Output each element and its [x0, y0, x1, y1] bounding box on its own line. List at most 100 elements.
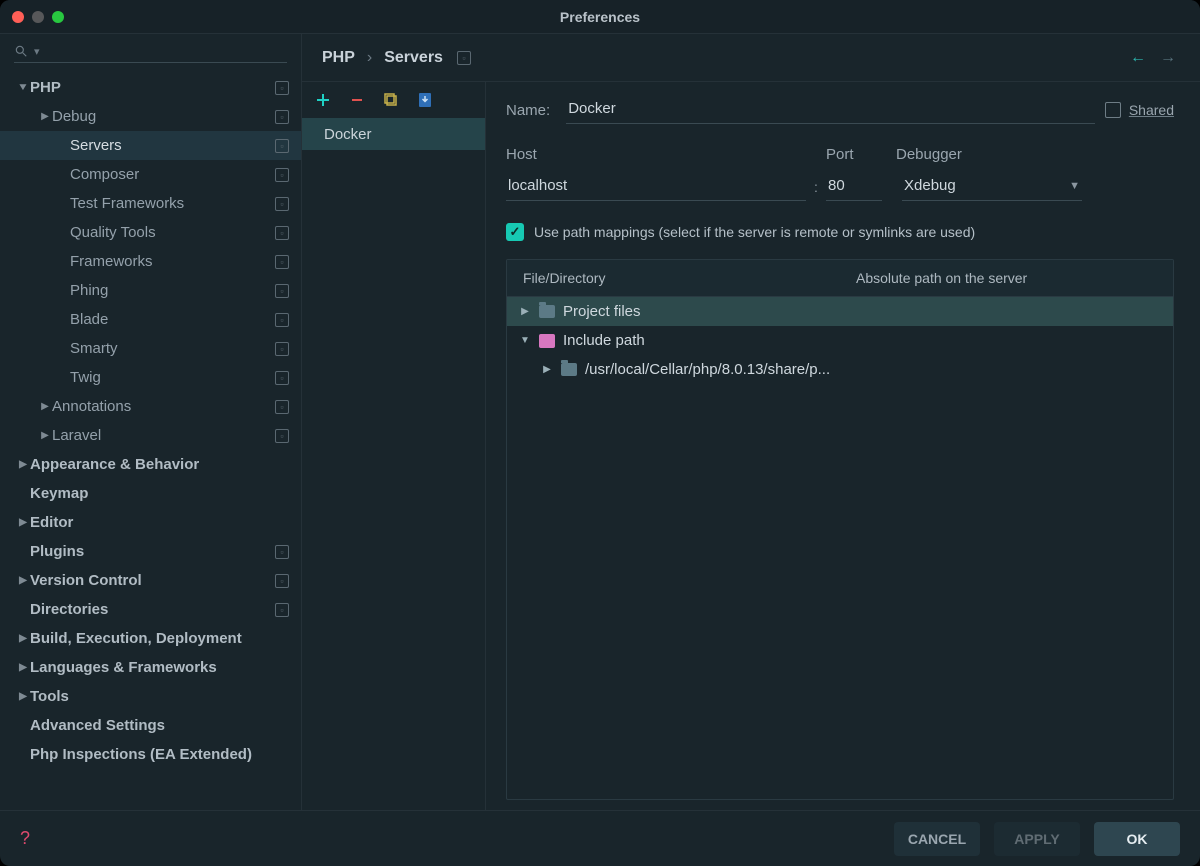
host-port-separator: : [806, 179, 826, 195]
project-badge-icon: ▫ [275, 226, 289, 240]
chevron-down-icon: ▼ [15, 82, 32, 93]
chevron-right-icon: › [367, 49, 372, 67]
sidebar-item-smarty[interactable]: Smarty▫ [0, 334, 301, 363]
search-input[interactable]: ▾ [14, 42, 287, 63]
col-file-directory[interactable]: File/Directory [507, 260, 840, 296]
use-path-mappings-label: Use path mappings (select if the server … [534, 224, 975, 240]
settings-sidebar: ▾ ▼PHP▫▶Debug▫Servers▫Composer▫Test Fram… [0, 34, 302, 810]
sidebar-item-label: Quality Tools [70, 224, 275, 241]
sidebar-item-keymap[interactable]: Keymap [0, 479, 301, 508]
chevron-right-icon: ▶ [16, 517, 30, 528]
debugger-select[interactable]: Xdebug ▼ [902, 173, 1082, 201]
project-badge-icon: ▫ [275, 400, 289, 414]
server-list-panel: Docker [302, 82, 486, 810]
copy-icon[interactable] [382, 91, 400, 109]
sidebar-item-label: Twig [70, 369, 275, 386]
chevron-right-icon: ▶ [38, 401, 52, 412]
remove-icon[interactable] [348, 91, 366, 109]
chevron-right-icon: ▶ [16, 691, 30, 702]
sidebar-item-build-execution-deployment[interactable]: ▶Build, Execution, Deployment [0, 624, 301, 653]
name-input[interactable] [566, 96, 1095, 124]
sidebar-item-label: PHP [30, 79, 275, 96]
sidebar-item-composer[interactable]: Composer▫ [0, 160, 301, 189]
sidebar-item-quality-tools[interactable]: Quality Tools▫ [0, 218, 301, 247]
chevron-right-icon: ▶ [16, 633, 30, 644]
project-badge-icon: ▫ [275, 197, 289, 211]
chevron-right-icon: ▶ [16, 575, 30, 586]
sidebar-item-advanced-settings[interactable]: Advanced Settings [0, 711, 301, 740]
project-badge-icon: ▫ [275, 342, 289, 356]
sidebar-item-servers[interactable]: Servers▫ [0, 131, 301, 160]
project-badge-icon: ▫ [275, 284, 289, 298]
sidebar-item-frameworks[interactable]: Frameworks▫ [0, 247, 301, 276]
absolute-path-cell[interactable] [840, 355, 1173, 384]
path-label: /usr/local/Cellar/php/8.0.13/share/p... [585, 361, 830, 378]
history-nav: ← → [1130, 49, 1176, 67]
cancel-button[interactable]: CANCEL [894, 822, 980, 856]
path-mapping-row[interactable]: ▶/usr/local/Cellar/php/8.0.13/share/p... [507, 355, 1173, 384]
project-badge-icon: ▫ [275, 429, 289, 443]
project-badge-icon: ▫ [275, 255, 289, 269]
sidebar-item-languages-frameworks[interactable]: ▶Languages & Frameworks [0, 653, 301, 682]
path-label: Include path [563, 332, 645, 349]
name-label: Name: [506, 102, 550, 119]
sidebar-item-label: Keymap [30, 485, 289, 502]
shared-label: Shared [1129, 102, 1174, 118]
sidebar-item-label: Test Frameworks [70, 195, 275, 212]
sidebar-item-php[interactable]: ▼PHP▫ [0, 73, 301, 102]
sidebar-item-php-inspections-ea-extended-[interactable]: Php Inspections (EA Extended) [0, 740, 301, 769]
close-icon[interactable] [12, 11, 24, 23]
apply-button[interactable]: APPLY [994, 822, 1080, 856]
port-input[interactable] [826, 173, 882, 201]
titlebar[interactable]: Preferences [0, 0, 1200, 34]
breadcrumb-root[interactable]: PHP [322, 49, 355, 67]
chevron-right-icon: ▶ [16, 662, 30, 673]
server-list-item[interactable]: Docker [302, 118, 485, 150]
forward-icon[interactable]: → [1160, 49, 1176, 67]
chevron-right-icon: ▶ [16, 459, 30, 470]
minimize-icon[interactable] [32, 11, 44, 23]
window-title: Preferences [0, 9, 1200, 25]
host-label: Host [506, 146, 816, 163]
sidebar-item-label: Debug [52, 108, 275, 125]
sidebar-item-version-control[interactable]: ▶Version Control▫ [0, 566, 301, 595]
sidebar-item-editor[interactable]: ▶Editor [0, 508, 301, 537]
project-badge-icon: ▫ [275, 168, 289, 182]
use-path-mappings-checkbox[interactable]: ✓ Use path mappings (select if the serve… [506, 223, 1174, 241]
zoom-icon[interactable] [52, 11, 64, 23]
sidebar-item-label: Annotations [52, 398, 275, 415]
sidebar-item-annotations[interactable]: ▶Annotations▫ [0, 392, 301, 421]
host-input[interactable] [506, 173, 806, 201]
sidebar-item-laravel[interactable]: ▶Laravel▫ [0, 421, 301, 450]
sidebar-item-debug[interactable]: ▶Debug▫ [0, 102, 301, 131]
path-mapping-row[interactable]: ▼Include path [507, 326, 1173, 355]
add-icon[interactable] [314, 91, 332, 109]
sidebar-item-label: Build, Execution, Deployment [30, 630, 289, 647]
table-header: File/Directory Absolute path on the serv… [507, 260, 1173, 297]
sidebar-item-tools[interactable]: ▶Tools [0, 682, 301, 711]
back-icon[interactable]: ← [1130, 49, 1146, 67]
sidebar-item-phing[interactable]: Phing▫ [0, 276, 301, 305]
absolute-path-cell[interactable] [840, 297, 1173, 326]
col-absolute-path[interactable]: Absolute path on the server [840, 260, 1173, 296]
breadcrumb-leaf: Servers [384, 49, 443, 67]
sidebar-item-twig[interactable]: Twig▫ [0, 363, 301, 392]
path-mapping-row[interactable]: ▶Project files [507, 297, 1173, 326]
sidebar-item-test-frameworks[interactable]: Test Frameworks▫ [0, 189, 301, 218]
ok-button[interactable]: OK [1094, 822, 1180, 856]
sidebar-item-appearance-behavior[interactable]: ▶Appearance & Behavior [0, 450, 301, 479]
folder-icon [561, 363, 577, 376]
project-badge-icon: ▫ [275, 110, 289, 124]
project-badge-icon: ▫ [275, 371, 289, 385]
help-icon[interactable]: ? [20, 828, 30, 849]
server-form: Name: Shared Host Port Debugger [486, 82, 1200, 810]
sidebar-item-directories[interactable]: Directories▫ [0, 595, 301, 624]
absolute-path-cell[interactable] [840, 326, 1173, 355]
sidebar-item-plugins[interactable]: Plugins▫ [0, 537, 301, 566]
window-controls [12, 11, 64, 23]
chevron-down-icon: ▼ [1069, 180, 1080, 192]
sidebar-item-blade[interactable]: Blade▫ [0, 305, 301, 334]
project-badge-icon: ▫ [275, 313, 289, 327]
shared-checkbox[interactable]: Shared [1105, 102, 1174, 118]
import-icon[interactable] [416, 91, 434, 109]
